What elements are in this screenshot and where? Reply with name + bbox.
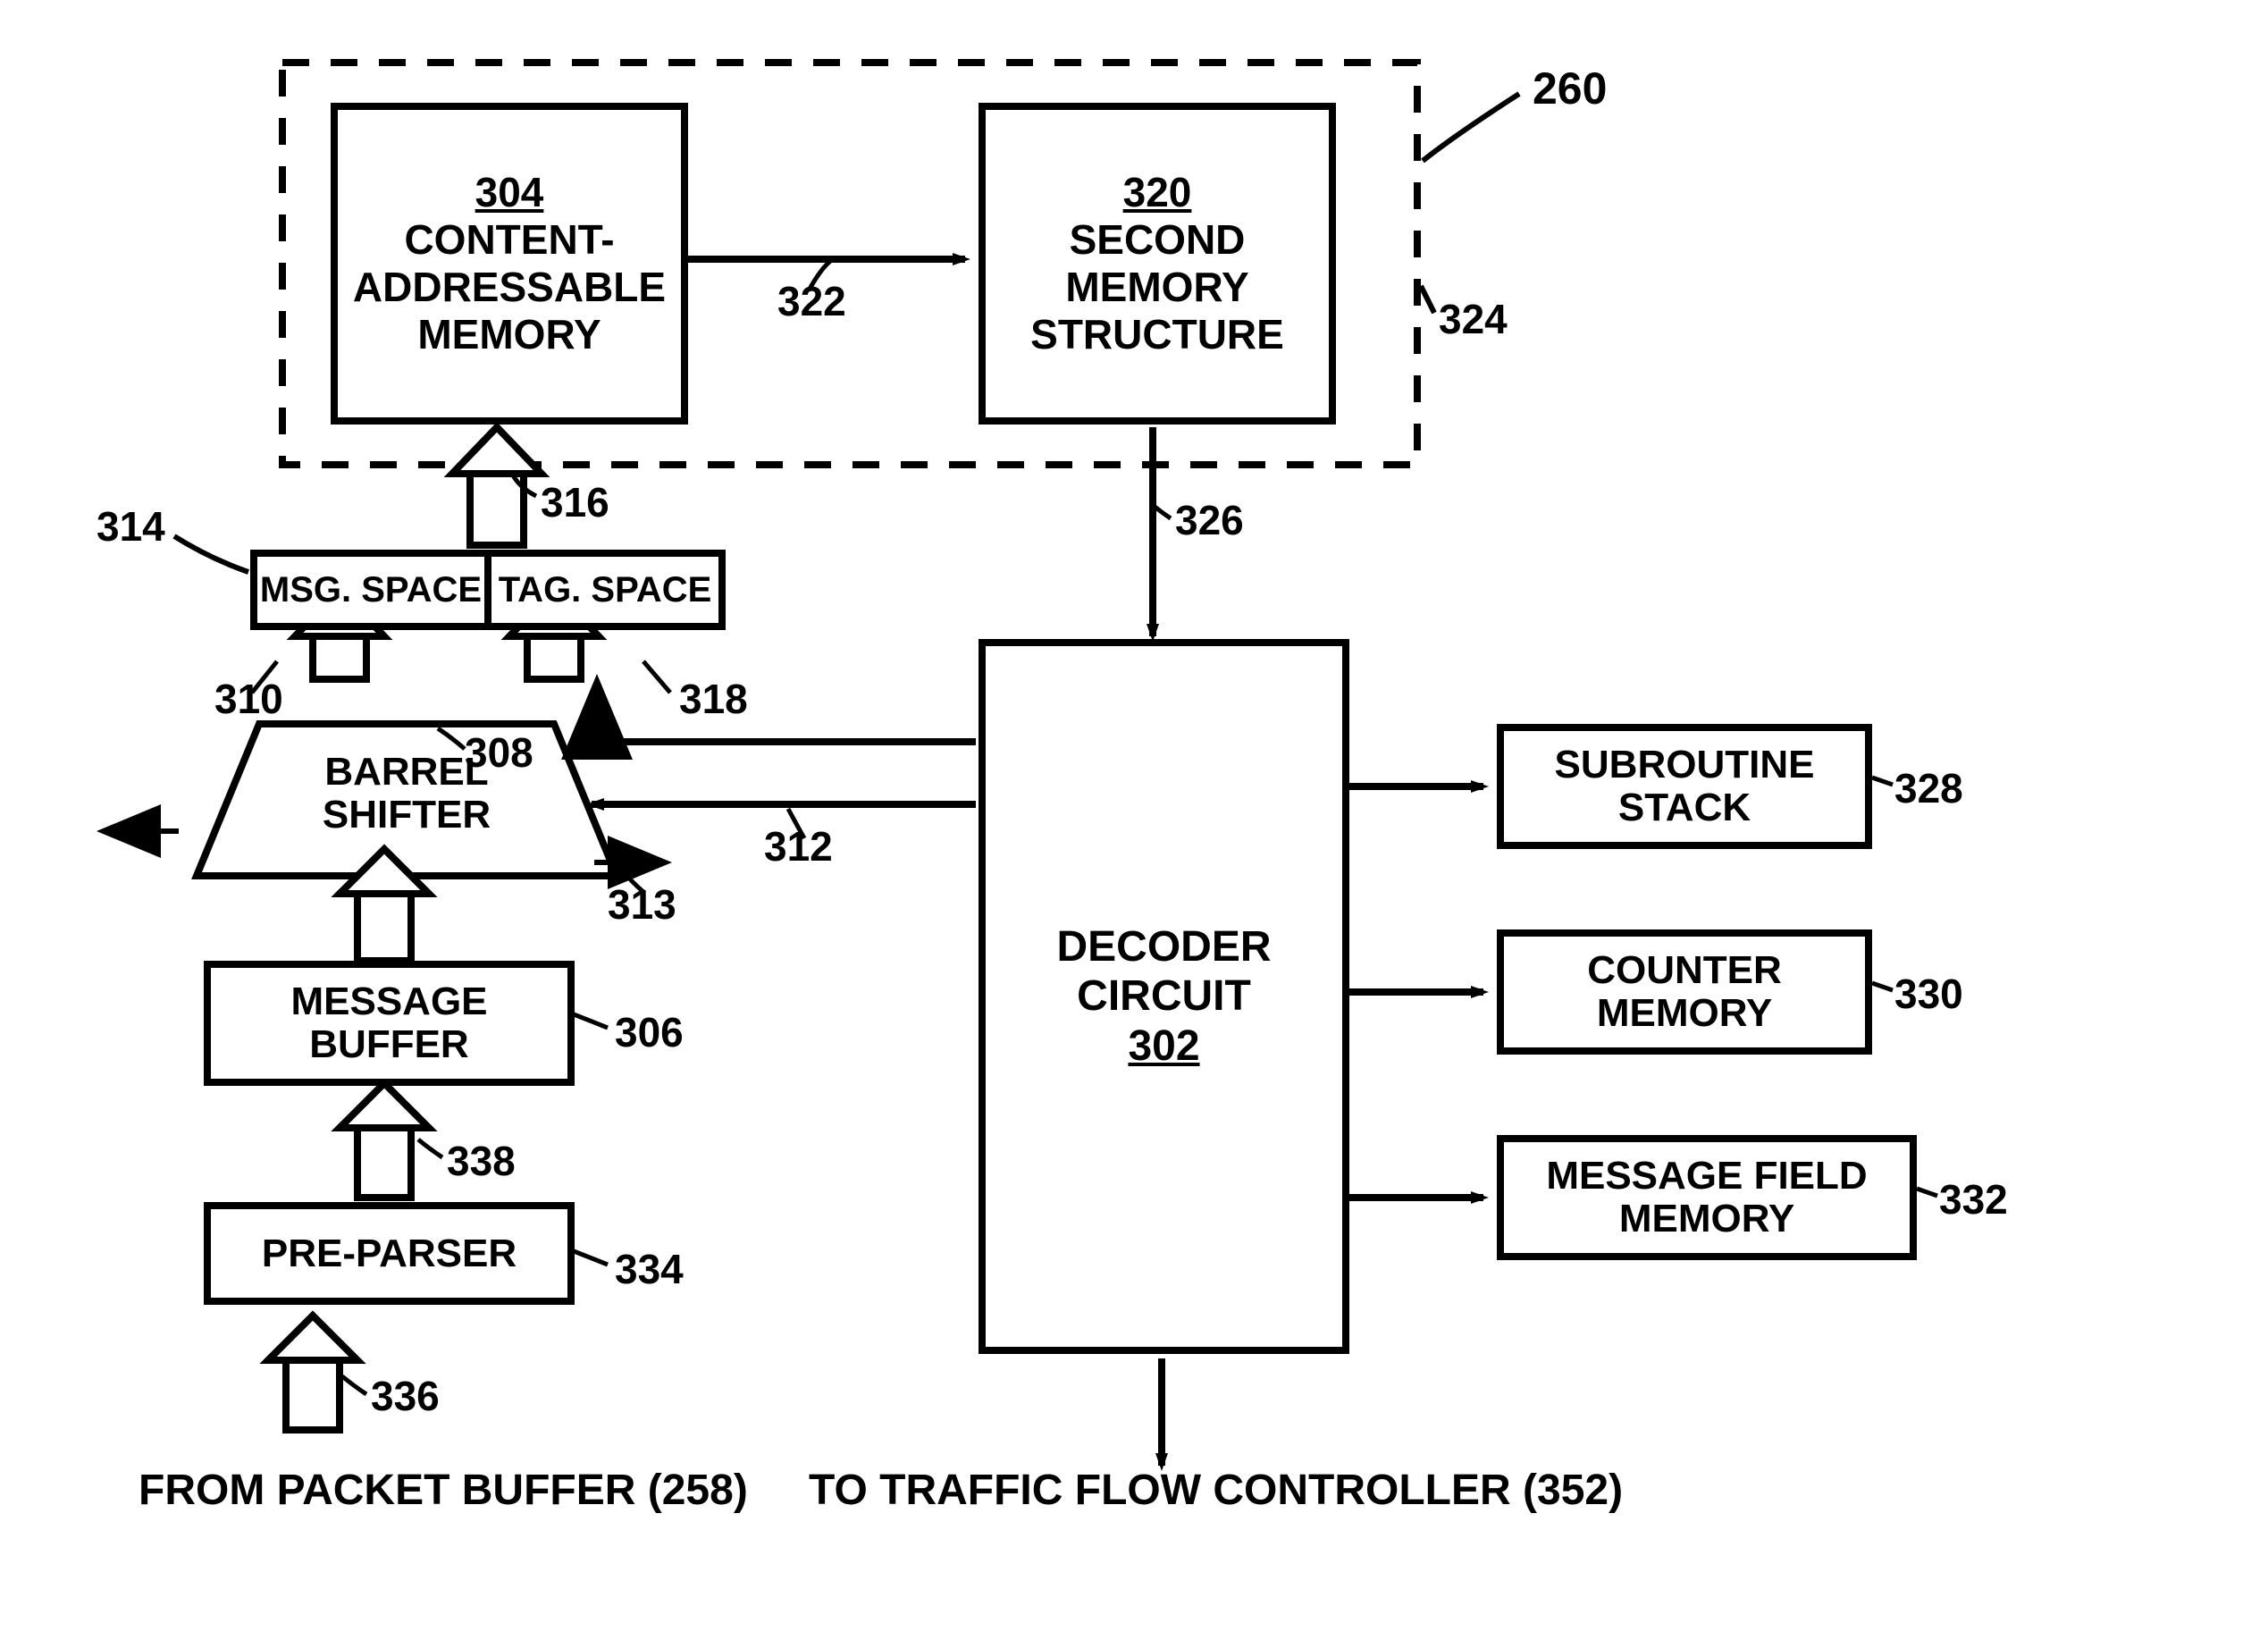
box-subroutine-stack: SUBROUTINE STACK [1497, 724, 1872, 849]
box-content-addressable-memory: 304 CONTENT- ADDRESSABLE MEMORY [331, 103, 688, 425]
ref-260: 260 [1533, 63, 1607, 114]
barrel-line1: BARREL [268, 751, 545, 794]
sms-line3: STRUCTURE [1030, 311, 1284, 358]
ref-324: 324 [1439, 295, 1508, 343]
box-message-field-memory: MESSAGE FIELD MEMORY [1497, 1135, 1917, 1260]
ref-316: 316 [541, 478, 609, 526]
ref-302: 302 [1128, 1022, 1199, 1071]
ref-310: 310 [214, 675, 283, 723]
cam-line1: CONTENT- [404, 216, 614, 264]
box-pre-parser: PRE-PARSER [204, 1202, 575, 1305]
box-msg-space: MSG. SPACE [250, 550, 491, 630]
ref-328: 328 [1894, 764, 1963, 812]
ref-306: 306 [615, 1008, 684, 1056]
cam-line3: MEMORY [417, 311, 601, 358]
ref-320: 320 [1123, 169, 1192, 216]
mfm-line1: MESSAGE FIELD [1546, 1155, 1867, 1198]
label-barrel-shifter: BARREL SHIFTER [268, 751, 545, 837]
subr-line1: SUBROUTINE [1555, 744, 1815, 786]
ref-322: 322 [777, 277, 846, 325]
ref-330: 330 [1894, 970, 1963, 1018]
ref-318: 318 [679, 675, 748, 723]
mfm-line2: MEMORY [1619, 1198, 1794, 1240]
msgbuf-line1: MESSAGE [290, 980, 487, 1023]
counter-line2: MEMORY [1597, 992, 1772, 1035]
box-counter-memory: COUNTER MEMORY [1497, 929, 1872, 1055]
label-to-traffic-flow-controller: TO TRAFFIC FLOW CONTROLLER (352) [809, 1466, 1623, 1515]
box-tag-space: TAG. SPACE [484, 550, 726, 630]
decoder-line1: DECODER [1056, 922, 1271, 971]
box-second-memory-structure: 320 SECOND MEMORY STRUCTURE [979, 103, 1336, 425]
ref-334: 334 [615, 1245, 684, 1293]
sms-line2: MEMORY [1065, 264, 1248, 311]
ref-314: 314 [97, 502, 165, 551]
label-from-packet-buffer: FROM PACKET BUFFER (258) [139, 1466, 748, 1515]
diagram-canvas: 260 304 CONTENT- ADDRESSABLE MEMORY 320 … [0, 0, 2268, 1648]
ref-304: 304 [475, 169, 544, 216]
sms-line1: SECOND [1070, 216, 1246, 264]
ref-336: 336 [371, 1372, 440, 1420]
msg-space-label: MSG. SPACE [260, 570, 482, 610]
tag-space-label: TAG. SPACE [499, 570, 712, 610]
decoder-line2: CIRCUIT [1077, 971, 1251, 1021]
ref-332: 332 [1939, 1175, 2008, 1223]
counter-line1: COUNTER [1587, 949, 1782, 992]
arrow-316 [452, 427, 542, 545]
ref-312: 312 [764, 822, 833, 870]
preparser-label: PRE-PARSER [262, 1232, 517, 1276]
box-message-buffer: MESSAGE BUFFER [204, 961, 575, 1086]
subr-line2: STACK [1618, 786, 1751, 829]
ref-313: 313 [608, 880, 676, 929]
cam-line2: ADDRESSABLE [353, 264, 666, 311]
msgbuf-line2: BUFFER [309, 1023, 468, 1066]
barrel-line2: SHIFTER [268, 794, 545, 837]
ref-326: 326 [1175, 496, 1244, 544]
ref-338: 338 [447, 1137, 516, 1185]
box-decoder-circuit: DECODER CIRCUIT 302 [979, 639, 1349, 1354]
